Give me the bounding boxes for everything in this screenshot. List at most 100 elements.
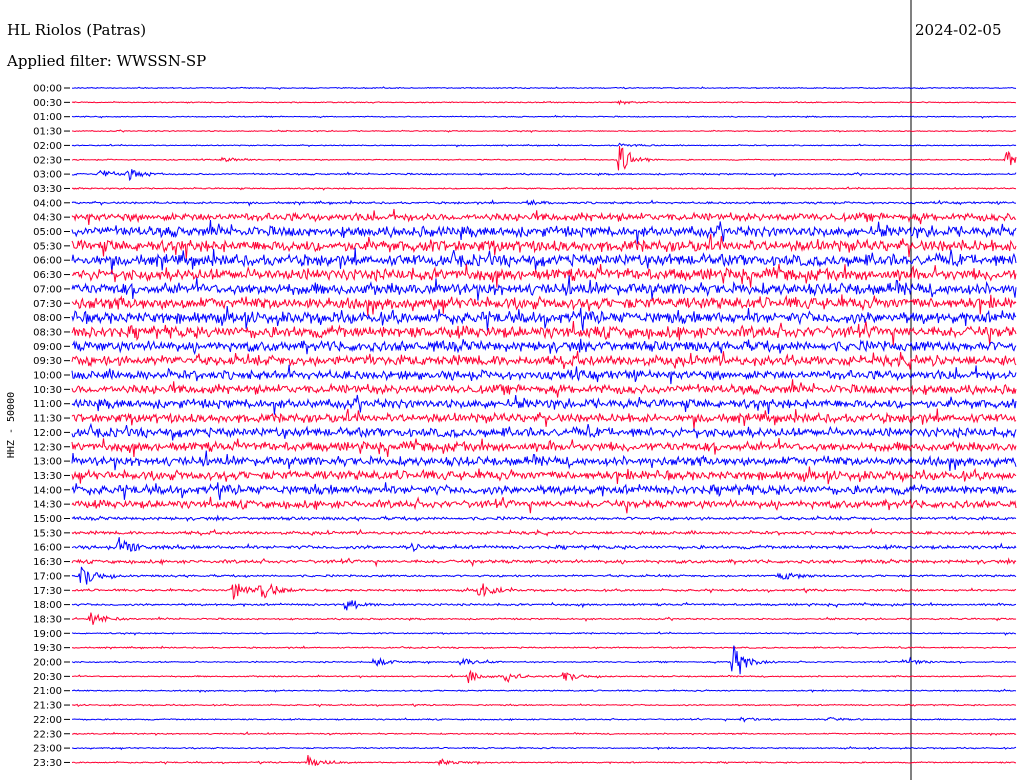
- date-label: 2024-02-05: [915, 21, 1001, 39]
- trace-line: [71, 600, 1017, 611]
- time-tick-label: 00:00: [33, 84, 62, 95]
- time-tick-label: 23:30: [33, 758, 62, 769]
- trace-line: [71, 496, 1017, 514]
- trace-line: [71, 645, 1017, 675]
- time-tick-label: 17:00: [33, 571, 62, 582]
- trace-line: [71, 114, 1017, 119]
- trace-line: [71, 364, 1017, 385]
- time-tick-label: 17:30: [33, 586, 62, 597]
- time-tick-label: 02:30: [33, 155, 62, 166]
- trace-line: [71, 482, 1017, 501]
- time-tick-label: 10:00: [33, 371, 62, 382]
- trace-line: [71, 716, 1017, 723]
- time-tick-label: 06:30: [33, 270, 62, 281]
- trace-line: [71, 645, 1017, 650]
- trace-line: [71, 263, 1017, 288]
- time-tick-labels: 00:00 00:30 01:00 01:30 02:00 02:30 03:00 03:30…: [33, 84, 70, 769]
- trace-line: [71, 466, 1017, 485]
- time-tick-label: 18:30: [33, 614, 62, 625]
- time-tick-label: 03:00: [33, 170, 62, 181]
- trace-line: [71, 219, 1017, 245]
- time-tick-label: 09:30: [33, 356, 62, 367]
- trace-line: [71, 422, 1017, 441]
- time-tick-label: 07:00: [33, 284, 62, 295]
- time-tick-label: 02:00: [33, 141, 62, 152]
- time-tick-label: 20:30: [33, 672, 62, 683]
- trace-line: [71, 208, 1017, 226]
- time-tick-label: 13:00: [33, 457, 62, 468]
- trace-rows: [71, 86, 1017, 767]
- trace-line: [71, 703, 1016, 708]
- time-tick-label: 04:00: [33, 198, 62, 209]
- time-tick-label: 10:30: [33, 385, 62, 396]
- trace-line: [72, 669, 1017, 684]
- time-tick-label: 01:00: [33, 112, 62, 123]
- trace-line: [71, 86, 1017, 90]
- trace-line: [71, 450, 1017, 471]
- trace-line: [71, 527, 1016, 537]
- time-tick-label: 12:30: [33, 442, 62, 453]
- trace-line: [71, 755, 1017, 767]
- time-tick-label: 23:00: [33, 744, 62, 755]
- time-tick-label: 07:30: [33, 299, 62, 310]
- time-tick-label: 11:30: [33, 414, 62, 425]
- time-tick-label: 06:00: [33, 256, 62, 267]
- time-tick-label: 18:00: [33, 600, 62, 611]
- trace-line: [71, 145, 1017, 171]
- filter-label: Applied filter: WWSSN-SP: [6, 52, 206, 70]
- time-tick-label: 13:30: [33, 471, 62, 482]
- time-tick-label: 14:30: [33, 500, 62, 511]
- trace-line: [72, 129, 1017, 133]
- trace-line: [71, 394, 1017, 415]
- time-tick-label: 09:00: [33, 342, 62, 353]
- time-tick-label: 16:00: [33, 543, 62, 554]
- time-tick-label: 20:00: [33, 658, 62, 669]
- trace-line: [71, 338, 1017, 356]
- station-title: HL Riolos (Patras): [7, 21, 146, 39]
- time-tick-label: 21:30: [33, 701, 62, 712]
- trace-line: [72, 688, 1017, 694]
- trace-line: [71, 631, 1016, 636]
- trace-line: [71, 408, 1017, 430]
- trace-line: [71, 306, 1017, 331]
- trace-line: [71, 379, 1017, 398]
- time-tick-label: 15:30: [33, 528, 62, 539]
- time-tick-label: 19:00: [33, 629, 62, 640]
- time-tick-label: 11:00: [33, 399, 62, 410]
- trace-line: [71, 294, 1017, 316]
- trace-line: [71, 612, 1017, 625]
- trace-line: [71, 186, 1017, 191]
- seismogram-plot: HL Riolos (Patras) Applied filter: WWSSN…: [6, 0, 1017, 780]
- trace-line: [71, 350, 1017, 370]
- trace-line: [71, 169, 1017, 182]
- time-tick-label: 15:00: [33, 514, 62, 525]
- time-tick-label: 12:00: [33, 428, 62, 439]
- time-tick-label: 22:30: [33, 729, 62, 740]
- time-tick-label: 16:30: [33, 557, 62, 568]
- trace-line: [71, 437, 1017, 457]
- time-tick-label: 04:30: [33, 213, 62, 224]
- trace-line: [71, 99, 1017, 106]
- trace-line: [71, 566, 1017, 585]
- time-tick-label: 19:30: [33, 643, 62, 654]
- trace-line: [71, 514, 1017, 522]
- y-axis-label: HHZ - 50000: [6, 392, 17, 458]
- trace-line: [72, 731, 1017, 737]
- time-tick-label: 22:00: [33, 715, 62, 726]
- trace-line: [71, 142, 1017, 148]
- time-tick-label: 05:30: [33, 241, 62, 252]
- trace-line: [71, 320, 1017, 346]
- trace-line: [71, 746, 1017, 751]
- trace-line: [71, 583, 1017, 600]
- time-tick-label: 03:30: [33, 184, 62, 195]
- trace-line: [71, 247, 1017, 275]
- time-tick-label: 08:30: [33, 327, 62, 338]
- time-tick-label: 00:30: [33, 98, 62, 109]
- time-tick-label: 08:00: [33, 313, 62, 324]
- trace-line: [71, 537, 1017, 553]
- time-tick-label: 14:00: [33, 485, 62, 496]
- time-tick-label: 05:00: [33, 227, 62, 238]
- time-tick-label: 21:00: [33, 686, 62, 697]
- trace-line: [71, 557, 1017, 568]
- trace-line: [71, 199, 1017, 207]
